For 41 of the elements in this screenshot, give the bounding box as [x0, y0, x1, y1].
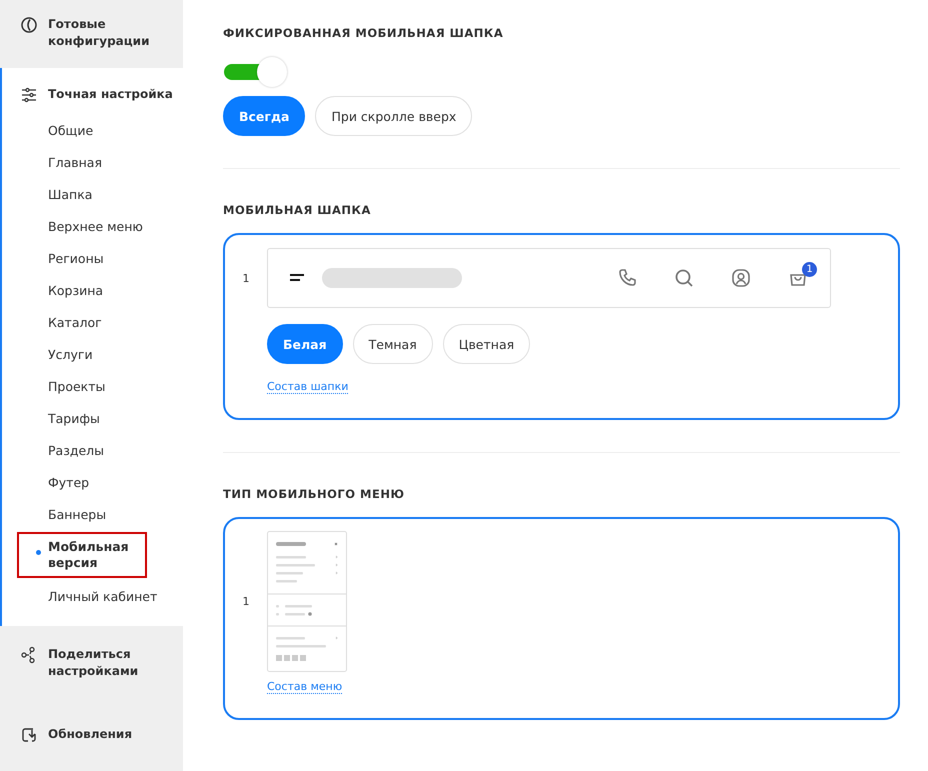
- phone-icon: [617, 268, 637, 288]
- header-content-link[interactable]: Состав шапки: [267, 380, 348, 394]
- user-icon: [731, 268, 751, 288]
- section-heading: МОБИЛЬНАЯ ШАПКА: [223, 203, 372, 217]
- refresh-icon: [20, 726, 38, 744]
- sidebar-item[interactable]: Главная: [20, 146, 183, 178]
- sidebar-item[interactable]: Услуги: [20, 338, 183, 370]
- menu-content-link[interactable]: Состав меню: [267, 680, 342, 694]
- sliders-icon: [20, 86, 38, 104]
- option-pill[interactable]: При скролле вверх: [315, 96, 472, 136]
- section-heading: ТИП МОБИЛЬНОГО МЕНЮ: [223, 487, 406, 501]
- sidebar-item[interactable]: Корзина: [20, 274, 183, 306]
- sidebar-item[interactable]: Баннеры: [20, 498, 183, 530]
- sidebar-item[interactable]: Регионы: [20, 242, 183, 274]
- theme-pill[interactable]: Цветная: [442, 324, 530, 364]
- section-title[interactable]: Поделиться настройками: [48, 646, 183, 680]
- sidebar-item[interactable]: Шапка: [20, 178, 183, 210]
- section-title[interactable]: Обновления: [48, 726, 183, 743]
- sidebar-item[interactable]: Проекты: [20, 370, 183, 402]
- circle-icon: [20, 16, 38, 34]
- section-title[interactable]: Точная настройка: [48, 86, 183, 103]
- sidebar-item[interactable]: Футер: [20, 466, 183, 498]
- cart-badge: 1: [802, 262, 817, 277]
- section-title[interactable]: Готовые конфигурации: [48, 16, 183, 50]
- sidebar-item[interactable]: Личный кабинет: [20, 580, 183, 612]
- search-icon: [674, 268, 694, 288]
- sidebar-item[interactable]: Верхнее меню: [20, 210, 183, 242]
- sidebar-item[interactable]: Каталог: [20, 306, 183, 338]
- toggle-switch[interactable]: [223, 56, 289, 88]
- sidebar-item[interactable]: Мобильная версия: [17, 532, 147, 578]
- sidebar-item[interactable]: Разделы: [20, 434, 183, 466]
- sidebar-item[interactable]: Тарифы: [20, 402, 183, 434]
- variant-card[interactable]: 1 Состав меню: [223, 517, 900, 720]
- variant-number: 1: [242, 595, 250, 608]
- theme-pill[interactable]: Темная: [352, 324, 433, 364]
- variant-card[interactable]: 1 1 Белая Темная Цветная Состав шапки: [223, 233, 900, 420]
- section-heading: ФИКСИРОВАННАЯ МОБИЛЬНАЯ ШАПКА: [223, 26, 504, 40]
- theme-pill[interactable]: Белая: [267, 324, 343, 364]
- variant-number: 1: [242, 272, 250, 285]
- sidebar-item[interactable]: Общие: [20, 114, 183, 146]
- option-pill[interactable]: Всегда: [223, 96, 306, 136]
